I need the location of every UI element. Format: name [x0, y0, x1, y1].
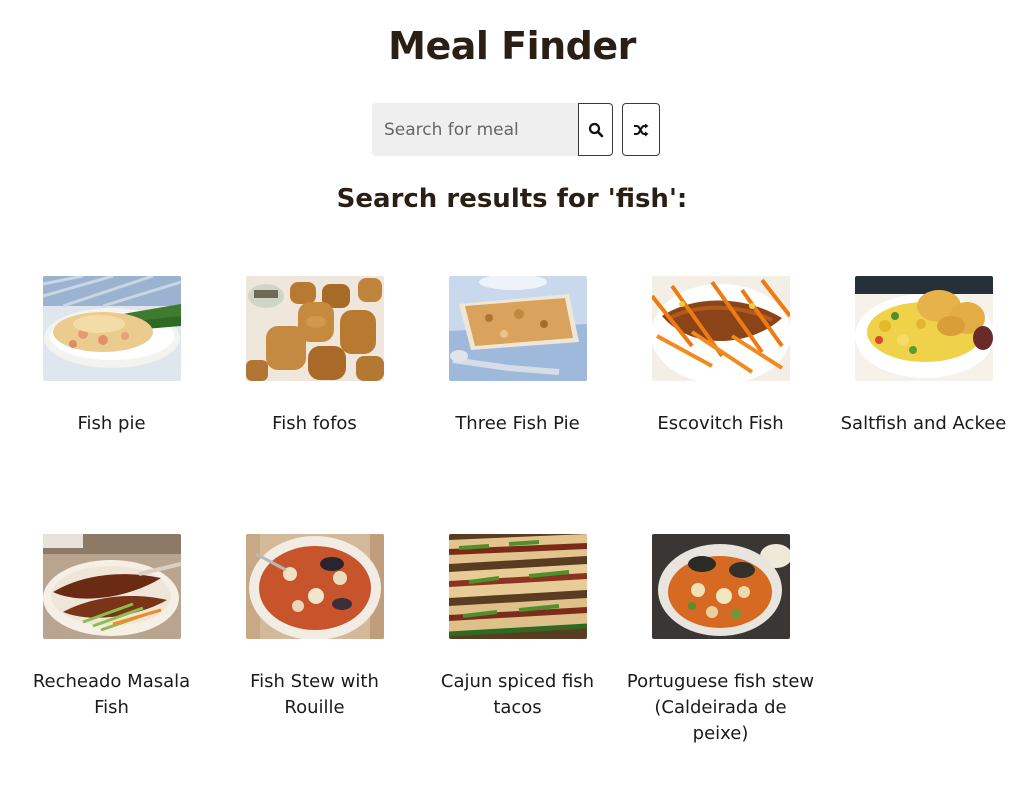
random-meal-button[interactable]: [622, 103, 660, 156]
meal-name: Fish Stew with Rouille: [250, 671, 379, 718]
shuffle-icon: [634, 123, 649, 136]
meal-card[interactable]: Recheado Masala Fish: [10, 534, 213, 792]
meal-image[interactable]: [651, 534, 790, 639]
meal-card[interactable]: Fish pie: [10, 276, 213, 534]
search-icon: [588, 122, 603, 137]
meal-card[interactable]: Escovitch Fish: [619, 276, 822, 534]
meal-name: Cajun spiced fish tacos: [440, 671, 595, 718]
meal-name: Three Fish Pie: [455, 413, 580, 434]
meal-name: Saltfish and Ackee: [840, 413, 1007, 434]
meal-name: Fish pie: [77, 413, 146, 434]
meal-image[interactable]: [651, 276, 790, 381]
results-heading: Search results for 'fish':: [336, 184, 688, 214]
meal-image[interactable]: [448, 534, 587, 639]
meal-image[interactable]: [245, 276, 384, 381]
meal-card[interactable]: Saltfish and Ackee: [822, 276, 1024, 534]
page-title: Meal Finder: [388, 24, 636, 68]
meal-card[interactable]: Fish Stew with Rouille: [213, 534, 416, 792]
search-button[interactable]: [578, 103, 613, 156]
meal-image[interactable]: [42, 276, 181, 381]
meal-name: Escovitch Fish: [657, 413, 784, 434]
meal-finder-app: Meal Finder Search results for 'fish':: [0, 0, 1024, 768]
meal-card[interactable]: Three Fish Pie: [416, 276, 619, 534]
meal-image[interactable]: [42, 534, 181, 639]
meal-name: Recheado Masala Fish: [32, 671, 191, 718]
meal-image[interactable]: [245, 534, 384, 639]
meal-card[interactable]: Fish fofos: [213, 276, 416, 534]
meals-grid: Fish pie Fish fofos Three Fish Pie Escov…: [10, 276, 1024, 792]
meal-image[interactable]: [448, 276, 587, 381]
meal-card[interactable]: Cajun spiced fish tacos: [416, 534, 619, 792]
search-form: [372, 103, 660, 156]
meal-name: Portuguese fish stew (Caldeirada de peix…: [626, 671, 815, 744]
meal-name: Fish fofos: [272, 413, 357, 434]
meal-image[interactable]: [854, 276, 993, 381]
meal-card[interactable]: Portuguese fish stew (Caldeirada de peix…: [619, 534, 822, 792]
search-input[interactable]: [372, 103, 578, 156]
